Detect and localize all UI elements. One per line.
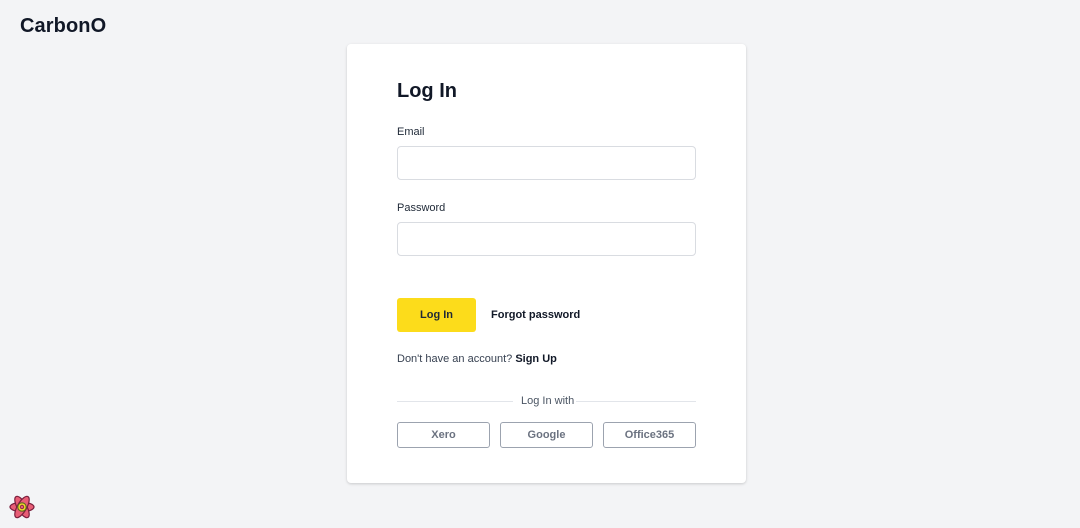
react-logo-icon[interactable] [8,493,36,521]
office365-login-button[interactable]: Office365 [603,422,696,448]
signup-link[interactable]: Sign Up [515,353,557,365]
page-title: Log In [397,80,457,102]
signup-prompt: Don't have an account? Sign Up [397,353,557,365]
login-button[interactable]: Log In [397,298,476,332]
google-login-button[interactable]: Google [500,422,593,448]
forgot-password-link[interactable]: Forgot password [491,309,580,321]
brand-logo-text: CarbonO [20,15,107,37]
email-label: Email [397,126,425,138]
react-logo-svg [9,495,35,519]
login-page: CarbonO Log In Email Password Log In For… [0,0,1080,528]
email-field[interactable] [397,146,696,180]
divider-label: Log In with [521,395,575,407]
xero-login-button[interactable]: Xero [397,422,490,448]
login-card: Log In Email Password Log In Forgot pass… [347,44,746,483]
sso-divider: Log In with [397,395,696,407]
divider-line-left [397,401,513,402]
password-label: Password [397,202,446,214]
signup-prompt-text: Don't have an account? [397,353,513,365]
divider-line-right [576,401,696,402]
password-field[interactable] [397,222,696,256]
